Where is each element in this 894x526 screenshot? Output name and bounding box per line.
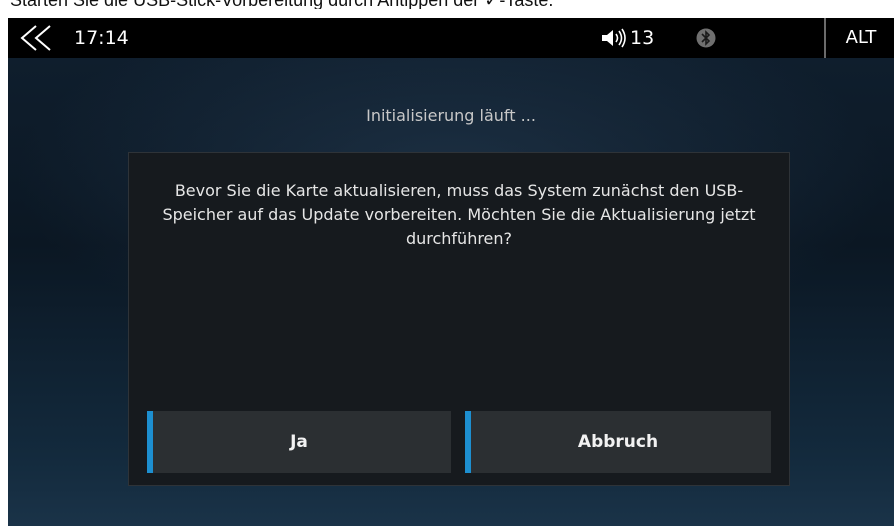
cancel-button-label: Abbruch <box>577 432 659 452</box>
status-bar: 17:14 13 ALT <box>8 18 894 58</box>
speaker-volume-icon <box>600 28 628 48</box>
button-accent-bar <box>147 411 153 473</box>
confirmation-dialog: Bevor Sie die Karte aktualisieren, muss … <box>128 152 790 486</box>
cancel-button[interactable]: Abbruch <box>465 411 771 473</box>
alt-button[interactable]: ALT <box>828 18 894 58</box>
back-button[interactable] <box>14 22 68 54</box>
document-caption: Starten Sie die USB-Stick-Vorbereitung d… <box>0 0 894 9</box>
infotainment-screen: 17:14 13 ALT Initialisierung läuft ... B… <box>8 18 894 526</box>
main-screen: Initialisierung läuft ... Bevor Sie die … <box>8 58 894 526</box>
status-divider <box>824 18 826 58</box>
yes-button-label: Ja <box>290 432 308 452</box>
volume-level: 13 <box>630 27 655 49</box>
clock: 17:14 <box>74 27 129 49</box>
bluetooth-icon <box>696 27 716 49</box>
double-chevron-left-icon <box>20 25 51 51</box>
yes-button[interactable]: Ja <box>147 411 451 473</box>
dialog-message: Bevor Sie die Karte aktualisieren, muss … <box>162 181 756 248</box>
initialization-status: Initialisierung läuft ... <box>366 106 536 125</box>
button-accent-bar <box>465 411 471 473</box>
